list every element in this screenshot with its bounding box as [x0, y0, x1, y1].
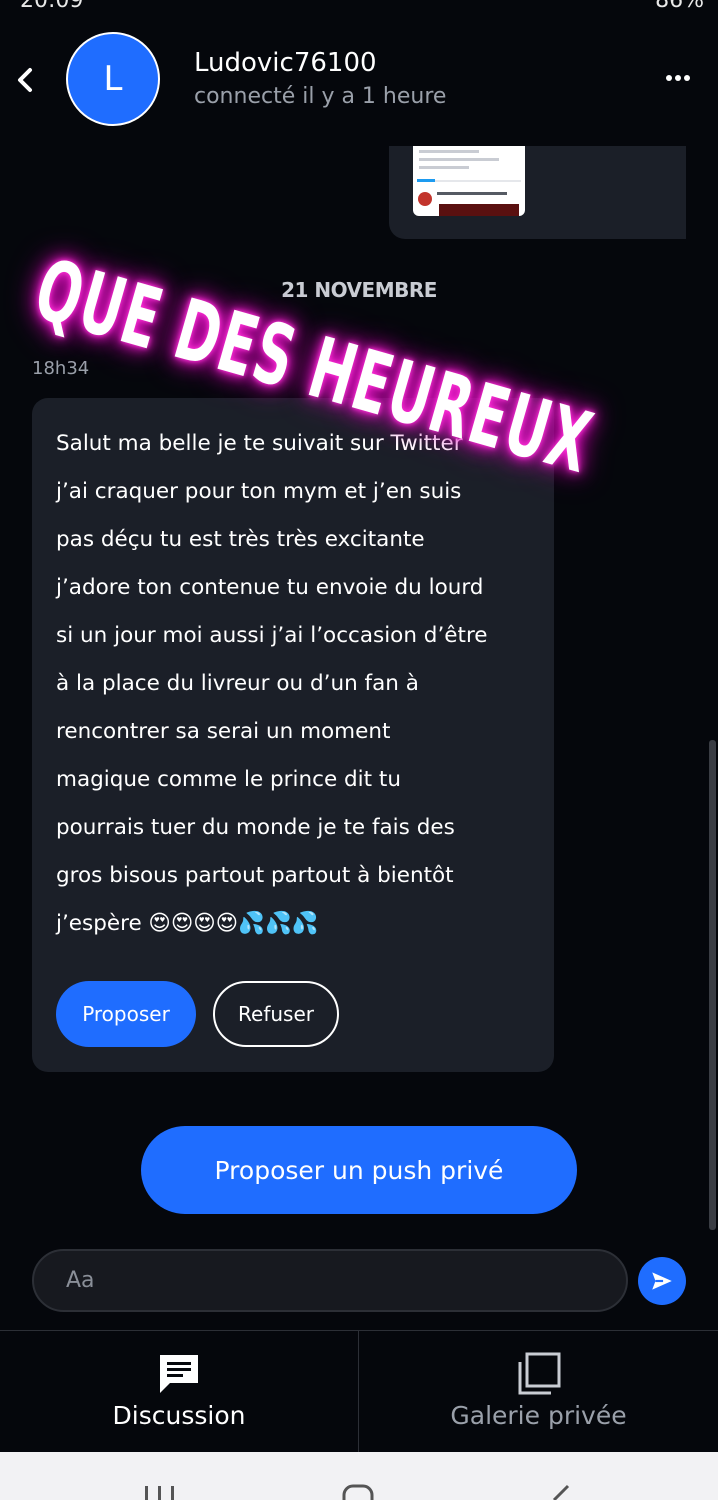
more-options-button[interactable] [664, 66, 692, 90]
avatar[interactable]: L [66, 32, 160, 126]
tab-gallery-label: Galerie privée [450, 1401, 627, 1430]
presence-status: connecté il y a 1 heure [194, 84, 447, 109]
thumbnail-line [437, 192, 507, 195]
gallery-icon [518, 1352, 560, 1395]
refuse-button[interactable]: Refuser [213, 981, 339, 1047]
message-input[interactable] [32, 1249, 628, 1312]
tab-gallery[interactable]: Galerie privée [359, 1331, 718, 1453]
date-separator: 21 NOVEMBRE [281, 278, 437, 302]
chevron-left-icon [18, 68, 32, 92]
thumbnail-avatar [418, 192, 432, 206]
thumbnail-line [419, 166, 469, 169]
thumbnail-image [439, 204, 519, 216]
chat-header: L Ludovic76100 connecté il y a 1 heure [0, 20, 718, 140]
tab-discussion[interactable]: Discussion [0, 1331, 359, 1453]
thumbnail-line [419, 158, 499, 161]
status-bar: 20:09 86% [0, 0, 718, 13]
back-button[interactable] [10, 60, 40, 100]
incoming-message-bubble: Salut ma belle je te suivait sur Twitter… [32, 398, 554, 1072]
thumbnail-line [419, 150, 479, 153]
composer [32, 1249, 628, 1312]
status-time: 20:09 [20, 0, 84, 13]
more-horizontal-icon [666, 75, 690, 81]
message-text: Salut ma belle je te suivait sur Twitter… [56, 431, 488, 936]
chat-icon [160, 1355, 198, 1393]
status-battery: 86% [655, 0, 704, 13]
propose-button[interactable]: Proposer [56, 981, 196, 1047]
send-icon [652, 1272, 672, 1290]
home-icon[interactable] [338, 1482, 378, 1500]
system-navigation-bar [0, 1452, 718, 1500]
tab-discussion-label: Discussion [112, 1401, 246, 1430]
scrollbar[interactable] [709, 740, 716, 1230]
previous-message-bubble[interactable] [389, 146, 686, 239]
screenshot-thumbnail[interactable] [413, 146, 525, 216]
recents-icon[interactable] [140, 1482, 180, 1500]
message-time: 18h34 [32, 358, 90, 379]
private-push-button[interactable]: Proposer un push privé [141, 1126, 577, 1214]
thumbnail-tab-active [417, 179, 435, 182]
back-nav-icon[interactable] [538, 1482, 578, 1500]
send-button[interactable] [638, 1257, 686, 1305]
contact-name[interactable]: Ludovic76100 [194, 48, 377, 78]
bottom-tab-bar: Discussion Galerie privée [0, 1330, 718, 1453]
